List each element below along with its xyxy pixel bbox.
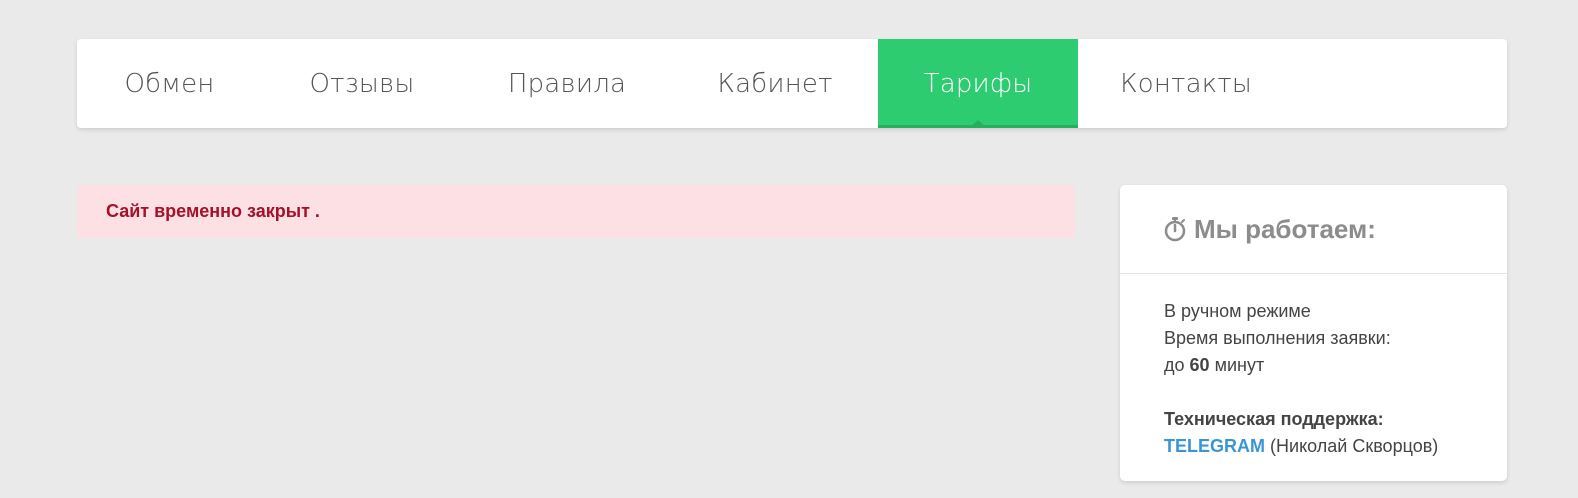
nav-item-exchange[interactable]: Обмен [77,39,262,128]
nav-item-reviews[interactable]: Отзывы [262,39,462,128]
alert-text: Сайт временно закрыт . [106,201,320,221]
time-prefix: до [1164,355,1185,375]
stopwatch-icon [1164,216,1186,242]
nav-item-contacts[interactable]: Контакты [1078,39,1294,128]
nav-item-tariffs[interactable]: Тарифы [878,39,1078,128]
telegram-link[interactable]: TELEGRAM [1164,436,1265,456]
support-person-name: (Николай Скворцов) [1270,436,1439,456]
nav-item-label: Отзывы [309,68,415,99]
main-nav: Обмен Отзывы Правила Кабинет Тарифы Конт… [77,39,1507,128]
card-body: В ручном режиме Время выполнения заявки:… [1120,274,1507,460]
time-unit: минут [1214,355,1265,375]
nav-item-label: Обмен [124,68,215,99]
nav-item-cabinet[interactable]: Кабинет [672,39,878,128]
nav-item-rules[interactable]: Правила [462,39,672,128]
work-mode-text: В ручном режиме [1164,301,1311,321]
support-contact: TELEGRAM (Николай Скворцов) [1164,433,1507,460]
processing-time-value: до 60 минут [1164,352,1507,379]
card-title: Мы работаем: [1164,214,1376,245]
nav-item-label: Тарифы [923,68,1033,99]
support-label: Техническая поддержка: [1164,409,1384,429]
card-header: Мы работаем: [1120,185,1507,274]
site-closed-alert: Сайт временно закрыт . [77,185,1075,238]
working-hours-card: Мы работаем: В ручном режиме Время выпол… [1120,185,1507,481]
time-number: 60 [1189,355,1210,375]
nav-item-label: Контакты [1120,68,1252,99]
active-caret-icon [969,120,987,128]
nav-item-label: Правила [507,68,627,99]
processing-time-label: Время выполнения заявки: [1164,328,1391,348]
card-title-text: Мы работаем: [1194,213,1376,244]
nav-item-label: Кабинет [717,68,833,99]
